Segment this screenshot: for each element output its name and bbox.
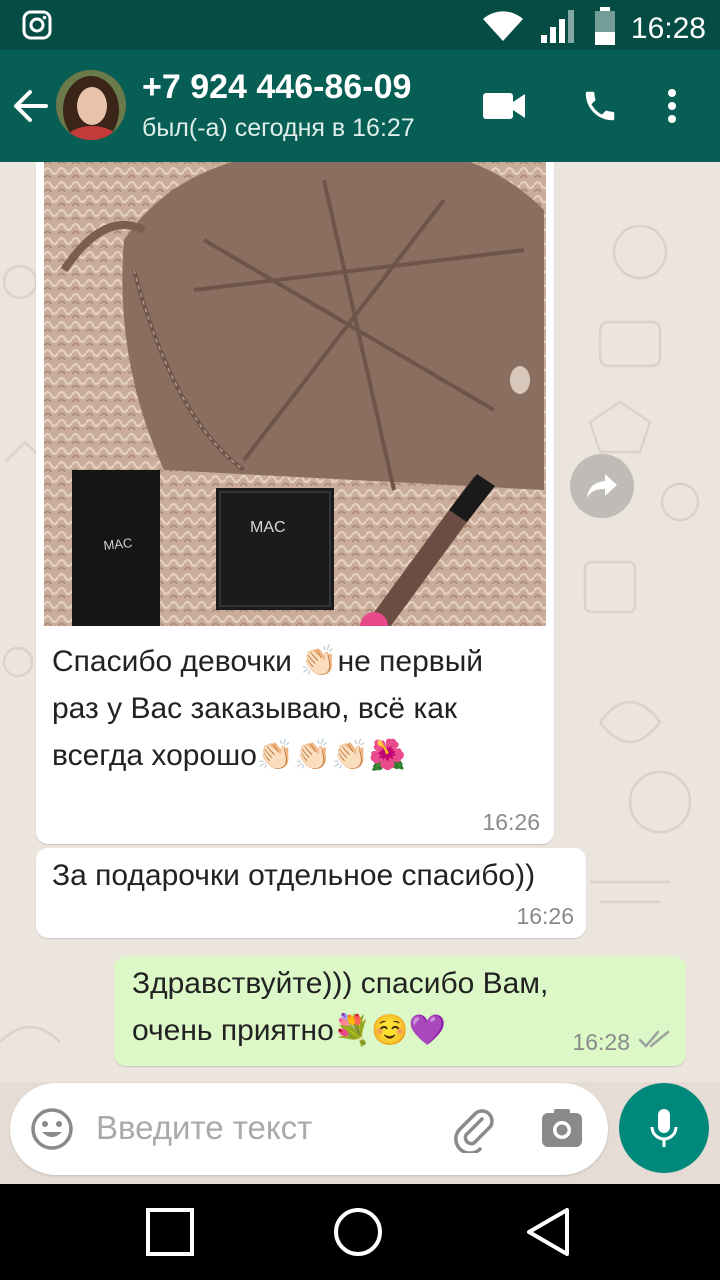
emoji-icon[interactable] [30,1107,74,1156]
back-nav-icon[interactable] [520,1204,576,1260]
last-seen-status: был(-а) сегодня в 16:27 [142,114,415,142]
back-arrow-icon[interactable] [10,82,54,130]
camera-icon[interactable] [540,1107,584,1154]
message-text-line: раз у Вас заказываю, всё как [52,692,458,725]
contact-name[interactable]: +7 924 446-86-09 [142,68,411,107]
message-text-line: Здравствуйте))) спасибо Вам, [132,967,549,1000]
message-text: За подарочки отдельное спасибо)) [52,859,536,892]
mic-icon[interactable] [619,1083,709,1173]
message-time: 16:28 [572,1029,630,1055]
status-bar: 16:28 [0,0,720,50]
chat-area[interactable]: MAC MAC Спасибо девочки 👏🏻не первый раз … [0,162,720,1082]
recents-icon[interactable] [142,1204,198,1260]
phone-icon[interactable] [574,80,626,132]
message-text-line: Спасибо девочки 👏🏻не первый [52,645,484,678]
video-call-icon[interactable] [478,80,530,132]
forward-icon[interactable] [570,454,634,518]
home-icon[interactable] [330,1204,386,1260]
read-ticks-icon [638,1029,670,1054]
message-text-line: очень приятно💐☺️💜 [132,1014,446,1047]
battery-icon [593,6,617,51]
attach-icon[interactable] [452,1105,496,1158]
message-time: 16:26 [482,809,540,835]
wifi-icon [481,9,525,48]
message-outgoing[interactable]: Здравствуйте))) спасибо Вам, очень прият… [114,956,686,1066]
message-input[interactable]: Введите текст [96,1109,312,1147]
system-nav-bar [0,1184,720,1280]
svg-text:MAC: MAC [103,535,133,553]
status-time: 16:28 [630,11,706,45]
message-input-bar[interactable]: Введите текст [10,1083,608,1175]
more-vert-icon[interactable] [646,80,698,132]
message-incoming-photo[interactable]: MAC MAC Спасибо девочки 👏🏻не первый раз … [36,162,554,844]
svg-text:MAC: MAC [250,519,286,536]
message-text-line: всегда хорошо👏🏻👏🏻👏🏻🌺 [52,739,407,772]
signal-icon [539,7,579,50]
chat-header: +7 924 446-86-09 был(-а) сегодня в 16:27 [0,50,720,162]
message-time: 16:26 [516,903,574,929]
instagram-icon [22,10,52,45]
message-photo[interactable]: MAC MAC [44,162,546,626]
message-incoming[interactable]: За подарочки отдельное спасибо)) 16:26 [36,848,586,938]
avatar[interactable] [56,70,126,140]
